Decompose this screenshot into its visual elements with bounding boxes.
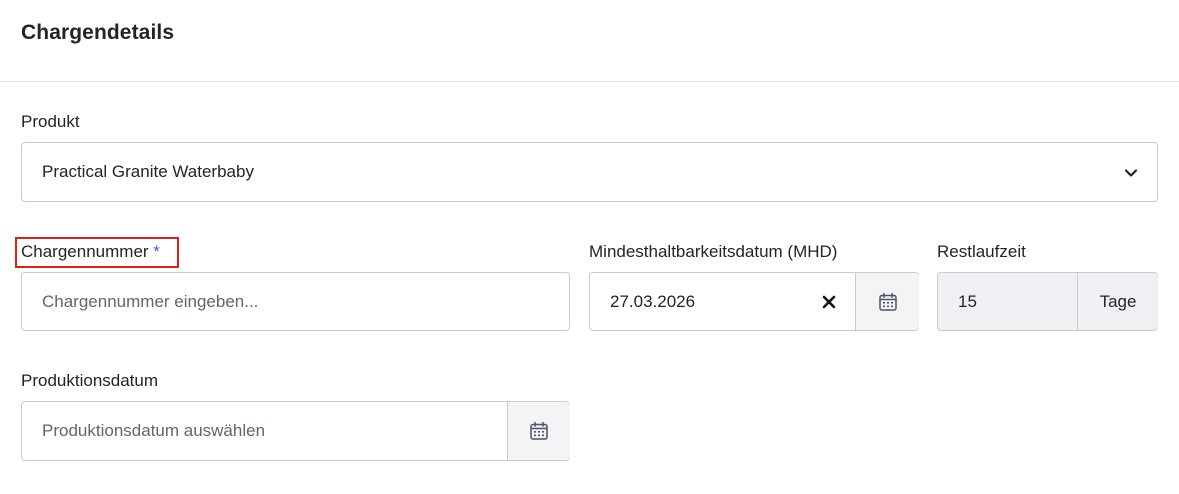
best-before-date-field[interactable]: 27.03.2026 (589, 272, 919, 331)
batch-details-panel: Chargendetails Produkt Practical Granite… (0, 0, 1179, 494)
page-title: Chargendetails (21, 21, 175, 44)
production-date-field[interactable]: Produktionsdatum auswählen (21, 401, 570, 461)
production-date-placeholder: Produktionsdatum auswählen (42, 421, 266, 440)
required-marker: * (153, 242, 160, 261)
remaining-shelf-life-value: 15 (958, 291, 977, 311)
best-before-label: Mindesthaltbarkeitsdatum (MHD) (589, 242, 838, 261)
best-before-calendar-button[interactable] (855, 273, 919, 330)
remaining-shelf-life-label: Restlaufzeit (937, 242, 1026, 261)
chevron-down-icon (1124, 169, 1138, 177)
panel-header: Chargendetails (0, 0, 1179, 82)
remaining-shelf-life-field: 15 Tage (937, 272, 1158, 331)
batch-number-input[interactable]: Chargennummer eingeben... (21, 272, 570, 331)
batch-number-placeholder: Chargennummer eingeben... (42, 291, 259, 311)
product-select-value: Practical Granite Waterbaby (42, 162, 254, 181)
calendar-icon (878, 292, 897, 311)
batch-number-label: Chargennummer * (21, 242, 160, 262)
remaining-shelf-life-unit: Tage (1077, 273, 1158, 330)
calendar-icon (530, 421, 548, 440)
production-date-calendar-button[interactable] (507, 402, 570, 460)
best-before-value: 27.03.2026 (610, 291, 696, 311)
close-icon[interactable] (819, 292, 839, 312)
batch-number-label-text: Chargennummer (21, 242, 149, 261)
production-date-label: Produktionsdatum (21, 371, 159, 390)
product-label: Produkt (21, 112, 80, 131)
product-select[interactable]: Practical Granite Waterbaby (21, 142, 1158, 202)
